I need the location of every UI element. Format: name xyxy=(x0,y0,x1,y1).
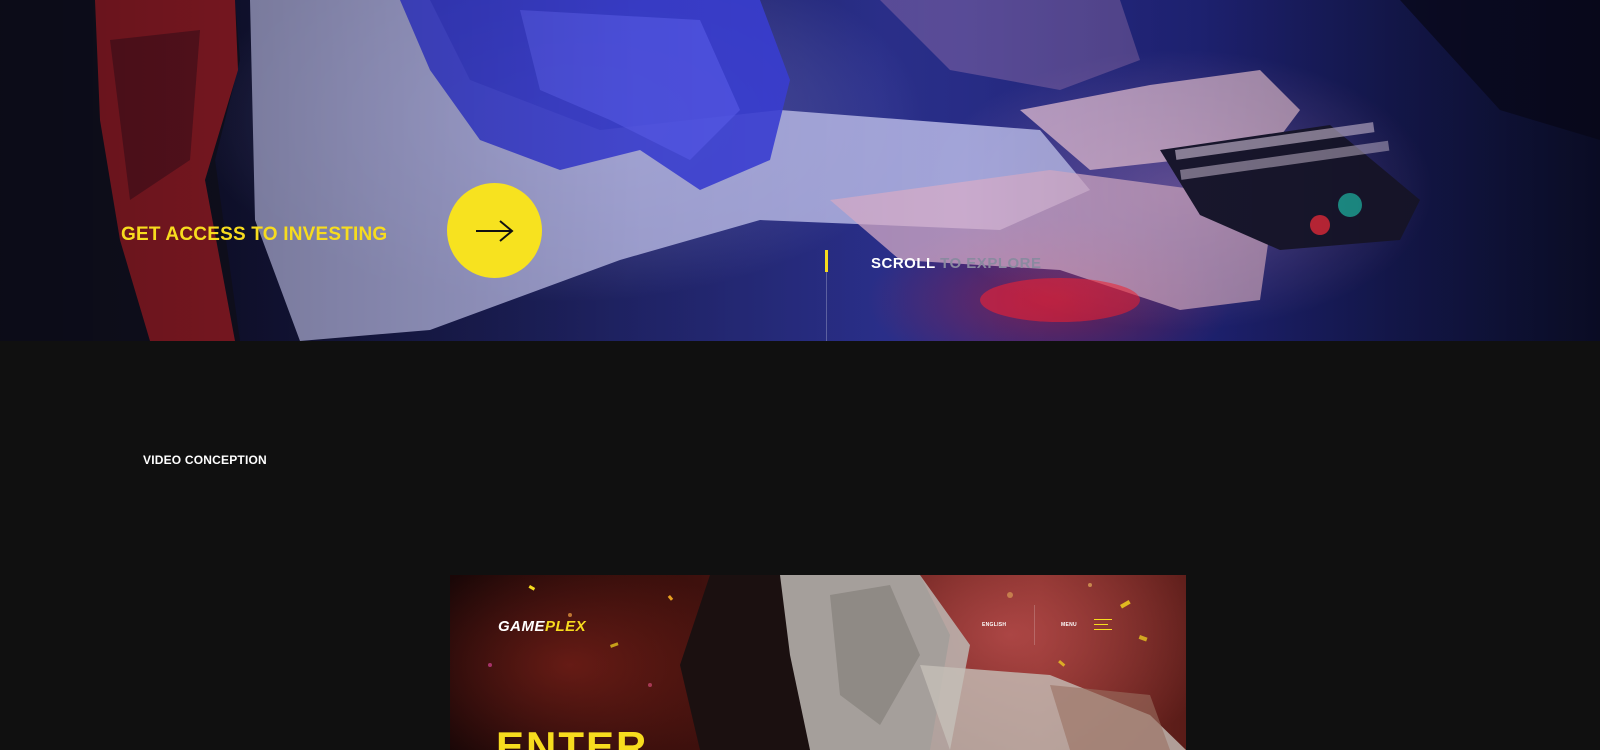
to-explore-label: TO EXPLORE xyxy=(940,255,1042,272)
cta-text[interactable]: GET ACCESS TO INVESTING xyxy=(121,224,387,246)
scroll-to-explore[interactable]: SCROLL TO EXPLORE xyxy=(871,255,1042,272)
cta-arrow-button[interactable] xyxy=(447,183,542,278)
logo-part-1: GAME xyxy=(498,618,545,635)
gameplex-logo[interactable]: GAMEPLEX xyxy=(498,618,586,635)
menu-label[interactable]: MENU xyxy=(1061,622,1077,628)
nav-divider xyxy=(1034,605,1035,645)
video-headline: ENTER xyxy=(496,723,649,750)
scroll-indicator-mark xyxy=(825,250,828,272)
hero-banner: GET ACCESS TO INVESTING SCROLL TO EXPLOR… xyxy=(0,0,1600,341)
language-selector[interactable]: ENGLISH xyxy=(982,622,1006,628)
logo-part-2: PLEX xyxy=(545,618,587,635)
scroll-label: SCROLL xyxy=(871,255,936,272)
arrow-right-icon xyxy=(475,219,514,242)
hamburger-menu-icon[interactable] xyxy=(1094,619,1112,631)
video-preview[interactable]: GAMEPLEX ENGLISH MENU ENTER xyxy=(450,575,1186,750)
section-title: VIDEO CONCEPTION xyxy=(143,453,267,467)
hero-overlay xyxy=(0,0,1600,341)
